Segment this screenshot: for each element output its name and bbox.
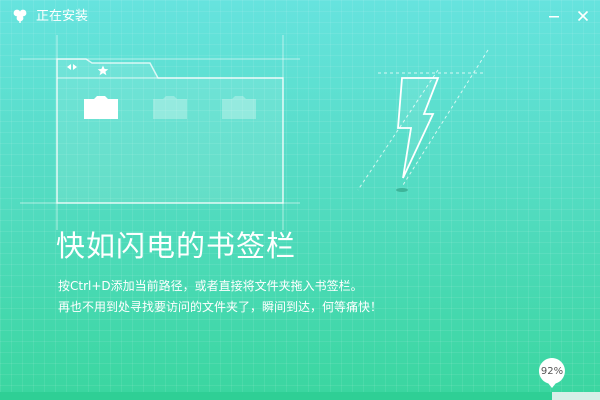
feature-description-line1: 按Ctrl+D添加当前路径，或者直接将文件夹拖入书签栏。: [58, 279, 363, 293]
folder-icon: [153, 96, 187, 119]
install-progress-fill: [0, 392, 552, 400]
install-progress-bar: [0, 392, 600, 400]
feature-headline: 快如闪电的书签栏: [56, 229, 297, 263]
installer-window: 正在安装 快如闪电的书签栏 按Ctrl+D添加当前路径，或者直接将文件夹拖入书签…: [0, 0, 600, 400]
feature-illustration: [20, 35, 489, 230]
progress-percent-label: 92%: [540, 366, 564, 377]
folder-icon: [222, 96, 256, 119]
progress-percent-bubble: 92%: [536, 356, 568, 388]
folder-window-frame: [56, 58, 284, 204]
lightning-shadow: [396, 188, 408, 192]
lightning-icon: [397, 77, 440, 179]
folder-icon: [84, 96, 118, 119]
feature-description-line2: 再也不用到处寻找要访问的文件夹了，瞬间到达，何等痛快！: [58, 300, 383, 314]
